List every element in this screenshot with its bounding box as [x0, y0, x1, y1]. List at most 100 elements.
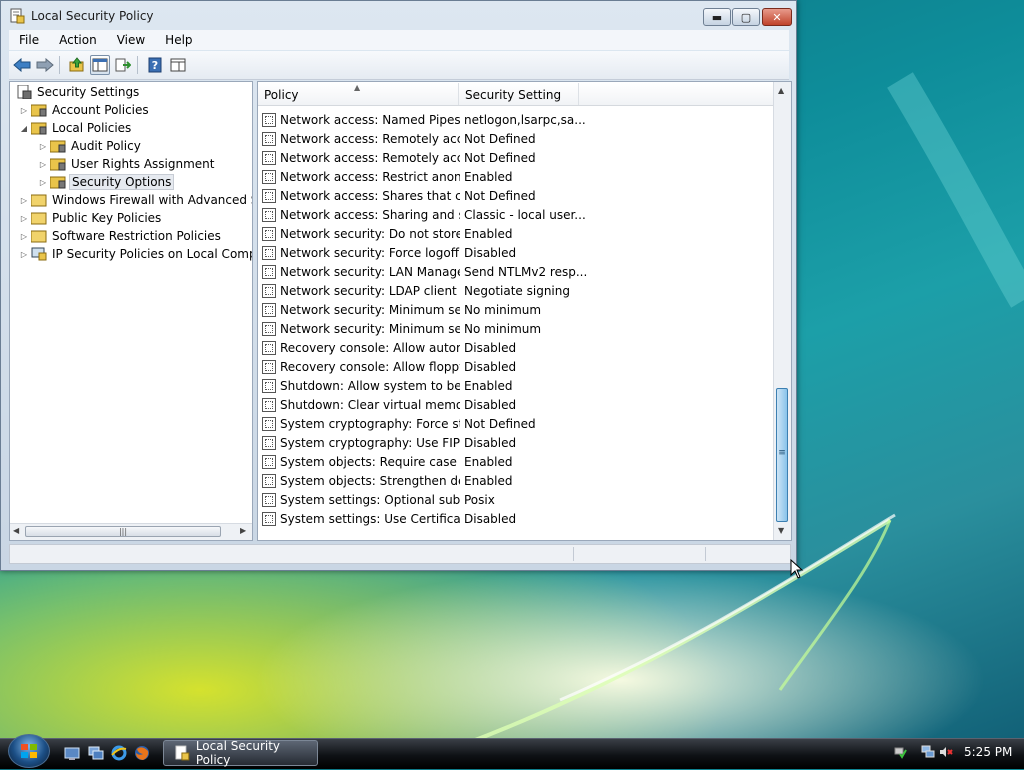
table-row[interactable]: Network access: Sharing and se... Classic…: [262, 205, 774, 224]
table-row[interactable]: Network access: Shares that ca... Not Def…: [262, 186, 774, 205]
policy-name: Network access: Remotely acce...: [280, 131, 460, 146]
back-button[interactable]: [12, 55, 32, 75]
security-setting-value: Enabled: [464, 473, 513, 488]
security-setting-value: Negotiate signing: [464, 283, 570, 298]
maximize-button[interactable]: ▢: [732, 8, 760, 26]
policy-folder-icon: [50, 158, 66, 171]
export-list-icon: [115, 58, 131, 72]
table-row[interactable]: Network access: Restrict anony... Enabled: [262, 167, 774, 186]
scroll-thumb[interactable]: |||: [25, 526, 221, 537]
close-button[interactable]: ✕: [762, 8, 792, 26]
taskbar-button-local-security-policy[interactable]: Local Security Policy: [163, 739, 318, 767]
scroll-right-icon[interactable]: ▶: [240, 526, 246, 535]
up-one-level-button[interactable]: [67, 55, 87, 75]
export-list-button[interactable]: [113, 55, 133, 75]
table-row[interactable]: System objects: Require case in... Enable…: [262, 452, 774, 471]
security-setting-value: Posix: [464, 492, 495, 507]
expand-arrow-icon[interactable]: ▷: [38, 160, 48, 169]
table-row[interactable]: System cryptography: Use FIPS ... Disable…: [262, 433, 774, 452]
policy-name: Shutdown: Clear virtual memor...: [280, 397, 460, 412]
table-row[interactable]: Network security: Force logoff ... Disabl…: [262, 243, 774, 262]
minimize-button[interactable]: ▬: [703, 8, 731, 26]
menu-help[interactable]: Help: [155, 33, 202, 47]
tree-item-windows-firewall[interactable]: ▷ Windows Firewall with Advanced Secu: [19, 191, 252, 209]
tree-item-security-options[interactable]: ▷ Security Options: [38, 173, 175, 191]
policy-name: Network access: Named Pipes t...: [280, 112, 460, 127]
scroll-up-icon[interactable]: ▲: [778, 86, 784, 95]
collapse-arrow-icon[interactable]: ◢: [19, 124, 29, 133]
security-policy-icon: [175, 745, 190, 761]
table-row[interactable]: Network security: Minimum ses... No minim…: [262, 300, 774, 319]
column-header-policy[interactable]: ▲ Policy: [258, 83, 459, 105]
firefox-icon[interactable]: [134, 745, 150, 761]
tree-item-software-restriction[interactable]: ▷ Software Restriction Policies: [19, 227, 223, 245]
policy-name: Network security: Minimum ses...: [280, 321, 460, 336]
tree-item-public-key-policies[interactable]: ▷ Public Key Policies: [19, 209, 163, 227]
internet-explorer-icon[interactable]: [111, 745, 127, 761]
table-row[interactable]: System cryptography: Force str... Not Def…: [262, 414, 774, 433]
table-row[interactable]: Network access: Named Pipes t... netlogon…: [262, 110, 774, 129]
help-button[interactable]: ?: [145, 55, 165, 75]
table-row[interactable]: Network access: Remotely acce... Not Defi…: [262, 129, 774, 148]
scroll-down-icon[interactable]: ▼: [778, 526, 784, 535]
show-hide-tree-button[interactable]: [90, 55, 110, 75]
safely-remove-icon[interactable]: [893, 745, 907, 759]
tree-item-audit-policy[interactable]: ▷ Audit Policy: [38, 137, 143, 155]
start-button[interactable]: [8, 734, 50, 768]
security-setting-value: Disabled: [464, 359, 517, 374]
table-row[interactable]: System settings: Optional subsy... Posix: [262, 490, 774, 509]
expand-arrow-icon[interactable]: ▷: [19, 214, 29, 223]
tree-item-user-rights-assignment[interactable]: ▷ User Rights Assignment: [38, 155, 216, 173]
table-row[interactable]: Network security: LDAP client si... Negot…: [262, 281, 774, 300]
volume-muted-icon[interactable]: [939, 745, 953, 759]
policy-setting-icon: [262, 112, 276, 127]
expand-arrow-icon[interactable]: ▷: [19, 196, 29, 205]
taskbar-clock[interactable]: 5:25 PM: [964, 745, 1012, 759]
expand-arrow-icon[interactable]: ▷: [38, 142, 48, 151]
menu-action[interactable]: Action: [49, 33, 107, 47]
policy-setting-icon: [262, 416, 276, 431]
list-vertical-scrollbar[interactable]: ▲ ≡ ▼: [773, 82, 791, 540]
switch-windows-icon[interactable]: [88, 745, 104, 761]
tree-item-local-policies[interactable]: ◢ Local Policies: [19, 119, 133, 137]
tree-item-account-policies[interactable]: ▷ Account Policies: [19, 101, 151, 119]
list-header: ▲ Policy Security Setting: [258, 83, 776, 106]
table-row[interactable]: Recovery console: Allow floppy... Disable…: [262, 357, 774, 376]
policy-setting-icon: [262, 397, 276, 412]
table-row[interactable]: Network security: Do not store ... Enable…: [262, 224, 774, 243]
menu-view[interactable]: View: [107, 33, 155, 47]
tree-root[interactable]: Security Settings: [14, 83, 141, 101]
expand-arrow-icon[interactable]: ▷: [19, 106, 29, 115]
table-row[interactable]: System settings: Use Certificate ... Disa…: [262, 509, 774, 528]
scroll-left-icon[interactable]: ◀: [13, 526, 19, 535]
table-row[interactable]: Recovery console: Allow autom... Disabled: [262, 338, 774, 357]
expand-arrow-icon[interactable]: ▷: [19, 232, 29, 241]
svg-text:?: ?: [152, 59, 158, 72]
tree-horizontal-scrollbar[interactable]: ◀ ||| ▶: [10, 523, 252, 540]
policy-setting-icon: [262, 359, 276, 374]
tree-item-ip-security[interactable]: ▷ IP Security Policies on Local Compute: [19, 245, 252, 263]
table-row[interactable]: System objects: Strengthen def... Enabled: [262, 471, 774, 490]
view-options-button[interactable]: [168, 55, 188, 75]
show-desktop-icon[interactable]: [64, 745, 80, 761]
expand-arrow-icon[interactable]: ▷: [19, 250, 29, 259]
tree-label: Audit Policy: [71, 139, 141, 153]
table-row[interactable]: Shutdown: Allow system to be ... Enabled: [262, 376, 774, 395]
expand-arrow-icon[interactable]: ▷: [38, 178, 48, 187]
table-row[interactable]: Shutdown: Clear virtual memor... Disabled: [262, 395, 774, 414]
security-setting-value: Not Defined: [464, 416, 536, 431]
column-header-security-setting[interactable]: Security Setting: [459, 83, 579, 105]
forward-button[interactable]: [35, 55, 55, 75]
table-row[interactable]: Network security: LAN Manage... Send NTLM…: [262, 262, 774, 281]
table-row[interactable]: Network access: Remotely acce... Not Defi…: [262, 148, 774, 167]
title-bar[interactable]: Local Security Policy ▬ ▢ ✕: [1, 1, 796, 31]
security-setting-value: Enabled: [464, 169, 513, 184]
forward-icon: [36, 58, 54, 72]
scroll-thumb[interactable]: ≡: [776, 388, 788, 522]
menu-file[interactable]: File: [9, 33, 49, 47]
table-row[interactable]: Network security: Minimum ses... No minim…: [262, 319, 774, 338]
network-icon[interactable]: [921, 745, 935, 759]
policy-name: Network access: Shares that ca...: [280, 188, 460, 203]
ip-security-icon: [31, 247, 47, 261]
security-setting-value: Classic - local user...: [464, 207, 586, 222]
